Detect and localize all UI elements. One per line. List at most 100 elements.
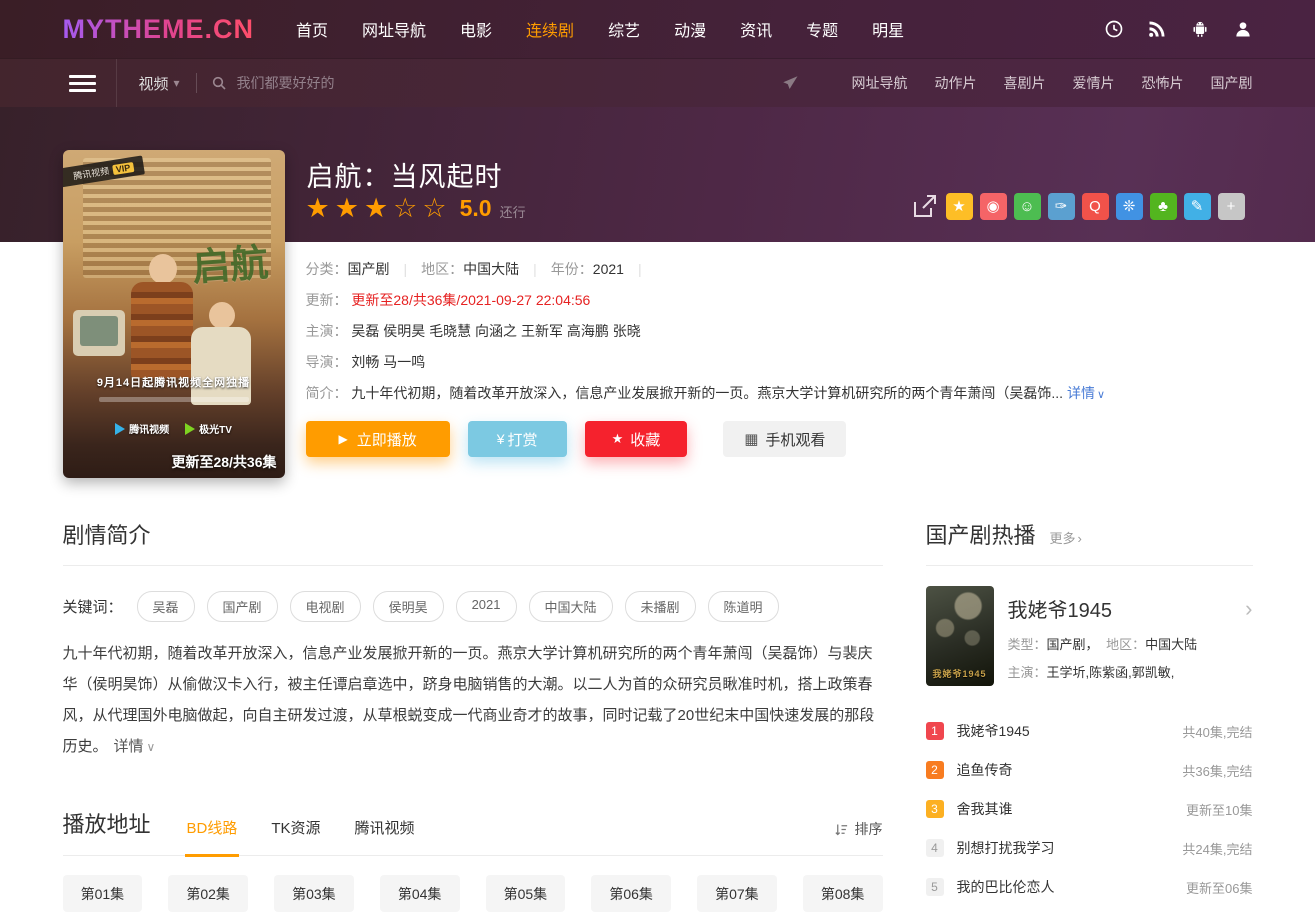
show-poster[interactable]: 启航 9月14日起腾讯视频全网独播 腾讯视频 极光TV 腾讯视频 VIP 更新至…: [63, 150, 285, 478]
weibo-icon[interactable]: ◉: [980, 193, 1007, 220]
main-nav-item[interactable]: 资讯: [740, 17, 772, 41]
search-category-select[interactable]: 视频 ▾: [139, 73, 180, 94]
ranking-item[interactable]: 3 舍我其谁 更新至10集: [926, 798, 1253, 820]
keyword-pill[interactable]: 中国大陆: [529, 591, 613, 622]
star-icon[interactable]: ★: [335, 195, 359, 222]
chevron-right-icon[interactable]: ›: [1245, 598, 1252, 620]
main-nav-link[interactable]: 电影: [460, 23, 492, 40]
hot-list-more-link[interactable]: 更多›: [1050, 528, 1082, 547]
play-now-button[interactable]: ▶ 立即播放: [306, 421, 450, 457]
site-logo[interactable]: MYTHEME.CN: [63, 14, 255, 45]
ranking-item[interactable]: 4 别想打扰我学习 共24集,完结: [926, 837, 1253, 859]
keyword-pill[interactable]: 陈道明: [708, 591, 779, 622]
episode-button[interactable]: 第03集: [274, 875, 354, 912]
rank-title[interactable]: 我的巴比伦恋人: [957, 877, 1055, 897]
main-nav-link[interactable]: 连续剧: [526, 23, 574, 40]
keyword-pill[interactable]: 国产剧: [207, 591, 278, 622]
reward-button[interactable]: ¥ 打赏: [468, 421, 567, 457]
quick-link-item[interactable]: 网址导航: [852, 73, 908, 93]
baidu-tieba-icon[interactable]: ❊: [1116, 193, 1143, 220]
director-value[interactable]: 刘畅 马一鸣: [351, 354, 425, 370]
brief-detail-link[interactable]: 详情∨: [1067, 385, 1105, 401]
tencent-weibo-icon[interactable]: ✑: [1048, 193, 1075, 220]
meta-value[interactable]: 国产剧: [348, 261, 390, 277]
keyword-pill[interactable]: 侯明昊: [373, 591, 444, 622]
rank-title[interactable]: 舍我其谁: [957, 799, 1013, 819]
keyword-pill[interactable]: 吴磊: [137, 591, 195, 622]
main-nav-link[interactable]: 网址导航: [362, 23, 426, 40]
favorite-button[interactable]: ★ 收藏: [585, 421, 688, 457]
quick-link[interactable]: 网址导航: [852, 75, 908, 91]
featured-show-card[interactable]: 我姥爷1945 我姥爷1945 › 类型：国产剧， 地区：中国大陆 主演：王学圻…: [926, 586, 1253, 686]
history-clock-icon[interactable]: [1104, 19, 1124, 39]
featured-title[interactable]: 我姥爷1945: [1008, 594, 1113, 623]
episode-button[interactable]: 第01集: [63, 875, 143, 912]
episode-button[interactable]: 第07集: [697, 875, 777, 912]
more-share-icon[interactable]: +: [1218, 193, 1245, 220]
main-nav-link[interactable]: 综艺: [608, 23, 640, 40]
note-share-icon[interactable]: ✎: [1184, 193, 1211, 220]
clover-share-icon[interactable]: ♣: [1150, 193, 1177, 220]
rank-title[interactable]: 我姥爷1945: [957, 721, 1030, 741]
quick-link[interactable]: 恐怖片: [1142, 75, 1184, 91]
mobile-watch-button[interactable]: ▦ 手机观看: [723, 421, 846, 457]
main-nav-item[interactable]: 综艺: [608, 17, 640, 41]
keyword-pill[interactable]: 未播剧: [625, 591, 696, 622]
episode-button[interactable]: 第04集: [380, 875, 460, 912]
main-nav-link[interactable]: 动漫: [674, 23, 706, 40]
qq-icon[interactable]: Q: [1082, 193, 1109, 220]
keyword-pill[interactable]: 2021: [456, 591, 517, 622]
keyword-pill[interactable]: 电视剧: [290, 591, 361, 622]
source-tab[interactable]: BD线路: [185, 817, 240, 857]
rank-title[interactable]: 别想打扰我学习: [957, 838, 1055, 858]
search-input[interactable]: [237, 75, 657, 91]
main-nav-item[interactable]: 电影: [460, 17, 492, 41]
quick-link[interactable]: 爱情片: [1073, 75, 1115, 91]
hamburger-menu-icon[interactable]: [69, 75, 96, 92]
android-app-icon[interactable]: [1190, 19, 1210, 39]
star-icon[interactable]: ☆: [422, 195, 446, 222]
main-nav-item[interactable]: 网址导航: [362, 17, 426, 41]
sort-button[interactable]: 排序: [834, 819, 883, 855]
paper-plane-icon[interactable]: [781, 74, 799, 92]
star-icon[interactable]: ☆: [393, 195, 417, 222]
main-nav-link[interactable]: 资讯: [740, 23, 772, 40]
rss-icon[interactable]: [1147, 19, 1167, 39]
main-nav-item[interactable]: 首页: [296, 17, 328, 41]
synopsis-more-link[interactable]: 详情∨: [114, 738, 156, 755]
quick-link[interactable]: 国产剧: [1211, 75, 1253, 91]
quick-link-item[interactable]: 爱情片: [1073, 73, 1115, 93]
source-tab[interactable]: 腾讯视频: [353, 817, 417, 857]
wechat-icon[interactable]: ☺: [1014, 193, 1041, 220]
main-nav-item[interactable]: 动漫: [674, 17, 706, 41]
source-tab[interactable]: TK资源: [269, 817, 322, 857]
qzone-icon[interactable]: ★: [946, 193, 973, 220]
featured-poster[interactable]: 我姥爷1945: [926, 586, 994, 686]
quick-link-item[interactable]: 动作片: [935, 73, 977, 93]
share-icon[interactable]: [911, 194, 939, 220]
main-nav-link[interactable]: 首页: [296, 23, 328, 40]
meta-value[interactable]: 2021: [593, 261, 624, 277]
star-icon[interactable]: ★: [364, 195, 388, 222]
quick-link-item[interactable]: 喜剧片: [1004, 73, 1046, 93]
meta-value[interactable]: 中国大陆: [463, 261, 519, 277]
main-nav-link[interactable]: 专题: [806, 23, 838, 40]
main-nav-item[interactable]: 专题: [806, 17, 838, 41]
quick-link[interactable]: 动作片: [935, 75, 977, 91]
ranking-item[interactable]: 2 追鱼传奇 共36集,完结: [926, 759, 1253, 781]
star-icon[interactable]: ★: [306, 195, 330, 222]
main-nav-item[interactable]: 连续剧: [526, 17, 574, 41]
cast-value[interactable]: 吴磊 侯明昊 毛晓慧 向涵之 王新军 高海鹏 张晓: [351, 323, 640, 339]
episode-button[interactable]: 第06集: [591, 875, 671, 912]
quick-link-item[interactable]: 恐怖片: [1142, 73, 1184, 93]
episode-button[interactable]: 第02集: [168, 875, 248, 912]
user-icon[interactable]: [1233, 19, 1253, 39]
quick-link-item[interactable]: 国产剧: [1211, 73, 1253, 93]
main-nav-item[interactable]: 明星: [872, 17, 904, 41]
ranking-item[interactable]: 5 我的巴比伦恋人 更新至06集: [926, 876, 1253, 898]
episode-button[interactable]: 第05集: [486, 875, 566, 912]
quick-link[interactable]: 喜剧片: [1004, 75, 1046, 91]
rating-stars[interactable]: ★★★☆☆: [306, 195, 452, 222]
main-nav-link[interactable]: 明星: [872, 23, 904, 40]
episode-button[interactable]: 第08集: [803, 875, 883, 912]
